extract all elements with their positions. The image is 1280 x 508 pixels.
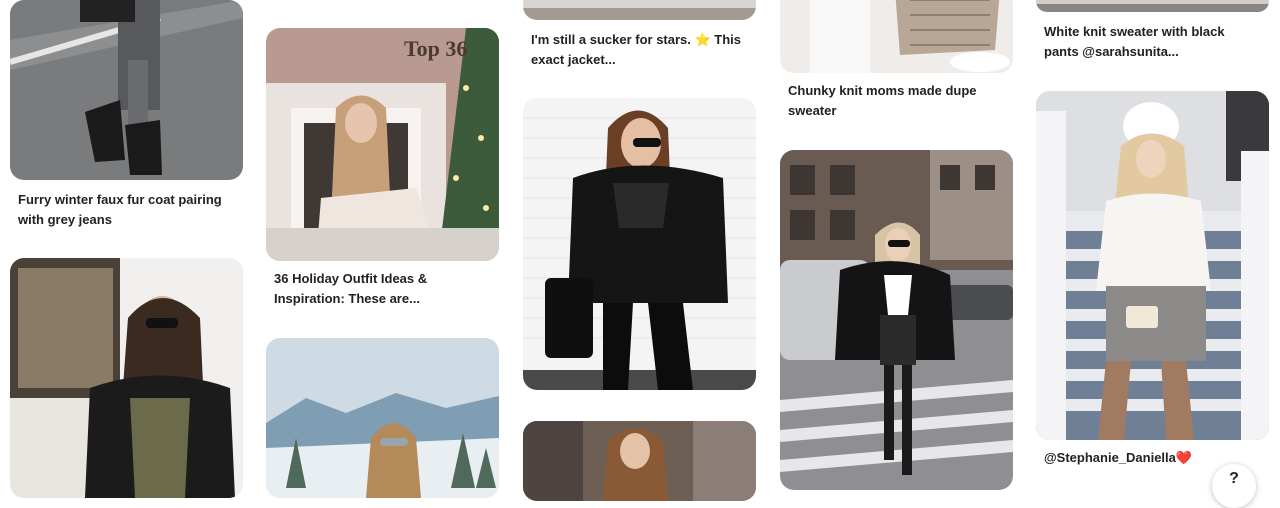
caption-line: with grey jeans — [18, 212, 112, 227]
pin-image-chunky-knit[interactable] — [780, 0, 1013, 73]
caption-line: Furry winter faux fur coat pairing — [18, 192, 222, 207]
pin-image-street-style[interactable] — [523, 421, 756, 501]
caption-line: I'm still a sucker for stars. ⭐ This — [531, 32, 742, 47]
pin-caption[interactable]: Furry winter faux fur coat pairing with … — [18, 190, 238, 230]
pin-image-faux-fur-coat[interactable] — [10, 0, 243, 180]
help-button[interactable]: ? — [1212, 464, 1256, 508]
caption-line: White knit sweater with black — [1044, 24, 1225, 39]
pin-image-city-crosswalk[interactable] — [780, 150, 1013, 490]
caption-line: Chunky knit moms made dupe — [788, 83, 977, 98]
pin-image-stars-top[interactable] — [523, 0, 756, 20]
caption-line: exact jacket... — [531, 52, 616, 67]
pin-caption[interactable]: Chunky knit moms made dupe sweater — [788, 81, 1008, 121]
caption-line: pants @sarahsunita... — [1044, 44, 1179, 59]
pin-image-holiday-outfit[interactable]: Top 36 — [266, 28, 499, 261]
caption-line: 36 Holiday Outfit Ideas & — [274, 271, 428, 286]
overlay-title: Top 36 — [404, 36, 467, 61]
pin-image-white-knit-top[interactable] — [1036, 0, 1269, 12]
caption-line: Inspiration: These are... — [274, 291, 420, 306]
pin-caption[interactable]: I'm still a sucker for stars. ⭐ This exa… — [531, 30, 751, 70]
pin-caption[interactable]: 36 Holiday Outfit Ideas & Inspiration: T… — [274, 269, 494, 309]
pin-image-leather-jacket-sunglasses[interactable] — [10, 258, 243, 498]
pin-image-shearling-jacket[interactable] — [523, 98, 756, 390]
caption-line: sweater — [788, 103, 837, 118]
pin-image-snowy-mountains[interactable] — [266, 338, 499, 498]
pin-caption[interactable]: White knit sweater with black pants @sar… — [1044, 22, 1264, 62]
pin-image-stairs-skirt-boots[interactable] — [1036, 91, 1269, 440]
